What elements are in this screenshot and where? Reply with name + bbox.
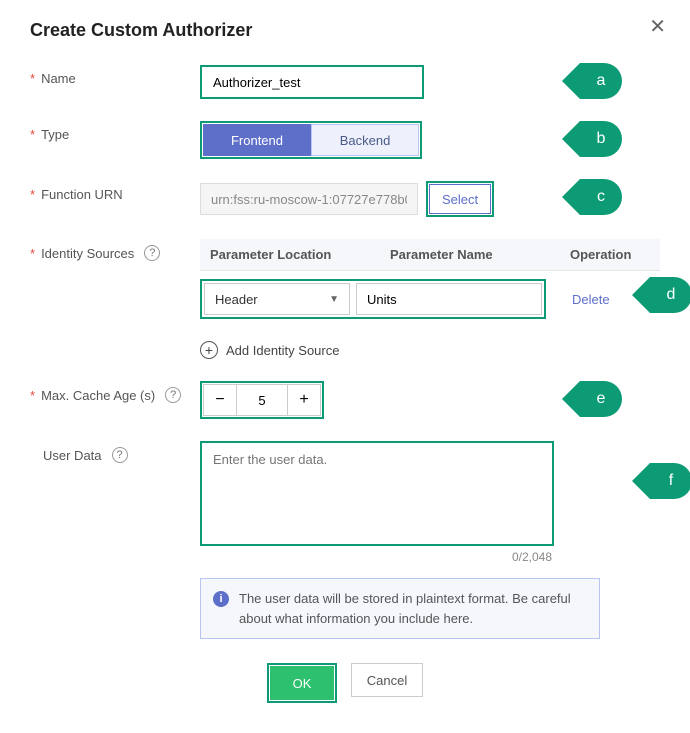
chevron-down-icon: ▼ [329,294,339,305]
col-header-operation: Operation [570,247,650,262]
label-user-data: User Data [43,448,102,463]
parameter-name-input[interactable] [356,283,542,315]
required-marker: * [30,246,35,261]
type-frontend-button[interactable]: Frontend [203,124,311,156]
help-icon[interactable]: ? [112,447,128,463]
info-note-text: The user data will be stored in plaintex… [239,589,587,628]
required-marker: * [30,127,35,142]
required-marker: * [30,71,35,86]
stepper-increase-button[interactable]: + [287,384,321,416]
add-identity-source-button[interactable]: + Add Identity Source [200,341,660,359]
label-type: Type [41,127,69,142]
dialog-title: Create Custom Authorizer [30,20,660,41]
callout-e: e [580,381,622,417]
help-icon[interactable]: ? [144,245,160,261]
max-cache-age-input[interactable] [237,384,287,416]
cancel-button[interactable]: Cancel [351,663,423,697]
callout-a: a [580,63,622,99]
help-icon[interactable]: ? [165,387,181,403]
info-note: i The user data will be stored in plaint… [200,578,600,639]
col-header-location: Parameter Location [210,247,390,262]
select-function-button[interactable]: Select [429,184,491,214]
parameter-location-select[interactable]: Header ▼ [204,283,350,315]
identity-table-header: Parameter Location Parameter Name Operat… [200,239,660,271]
delete-identity-link[interactable]: Delete [572,292,610,307]
function-urn-input [200,183,418,215]
callout-f: f [650,463,690,499]
type-backend-button[interactable]: Backend [311,124,419,156]
callout-b: b [580,121,622,157]
label-function-urn: Function URN [41,187,123,202]
callout-d: d [650,277,690,313]
close-icon[interactable]: ✕ [649,14,666,39]
label-identity-sources: Identity Sources [41,246,134,261]
name-input[interactable] [203,68,421,96]
info-icon: i [213,591,229,607]
user-data-counter: 0/2,048 [200,550,552,564]
label-name: Name [41,71,76,86]
label-max-cache-age: Max. Cache Age (s) [41,388,155,403]
stepper-decrease-button[interactable]: − [203,384,237,416]
required-marker: * [30,187,35,202]
parameter-location-value: Header [215,292,258,307]
add-identity-label: Add Identity Source [226,343,339,358]
col-header-name: Parameter Name [390,247,570,262]
required-marker: * [30,388,35,403]
plus-icon: + [200,341,218,359]
callout-c: c [580,179,622,215]
ok-button[interactable]: OK [270,666,334,700]
identity-table-row: Header ▼ Delete d [200,271,660,327]
user-data-textarea[interactable] [203,444,551,540]
